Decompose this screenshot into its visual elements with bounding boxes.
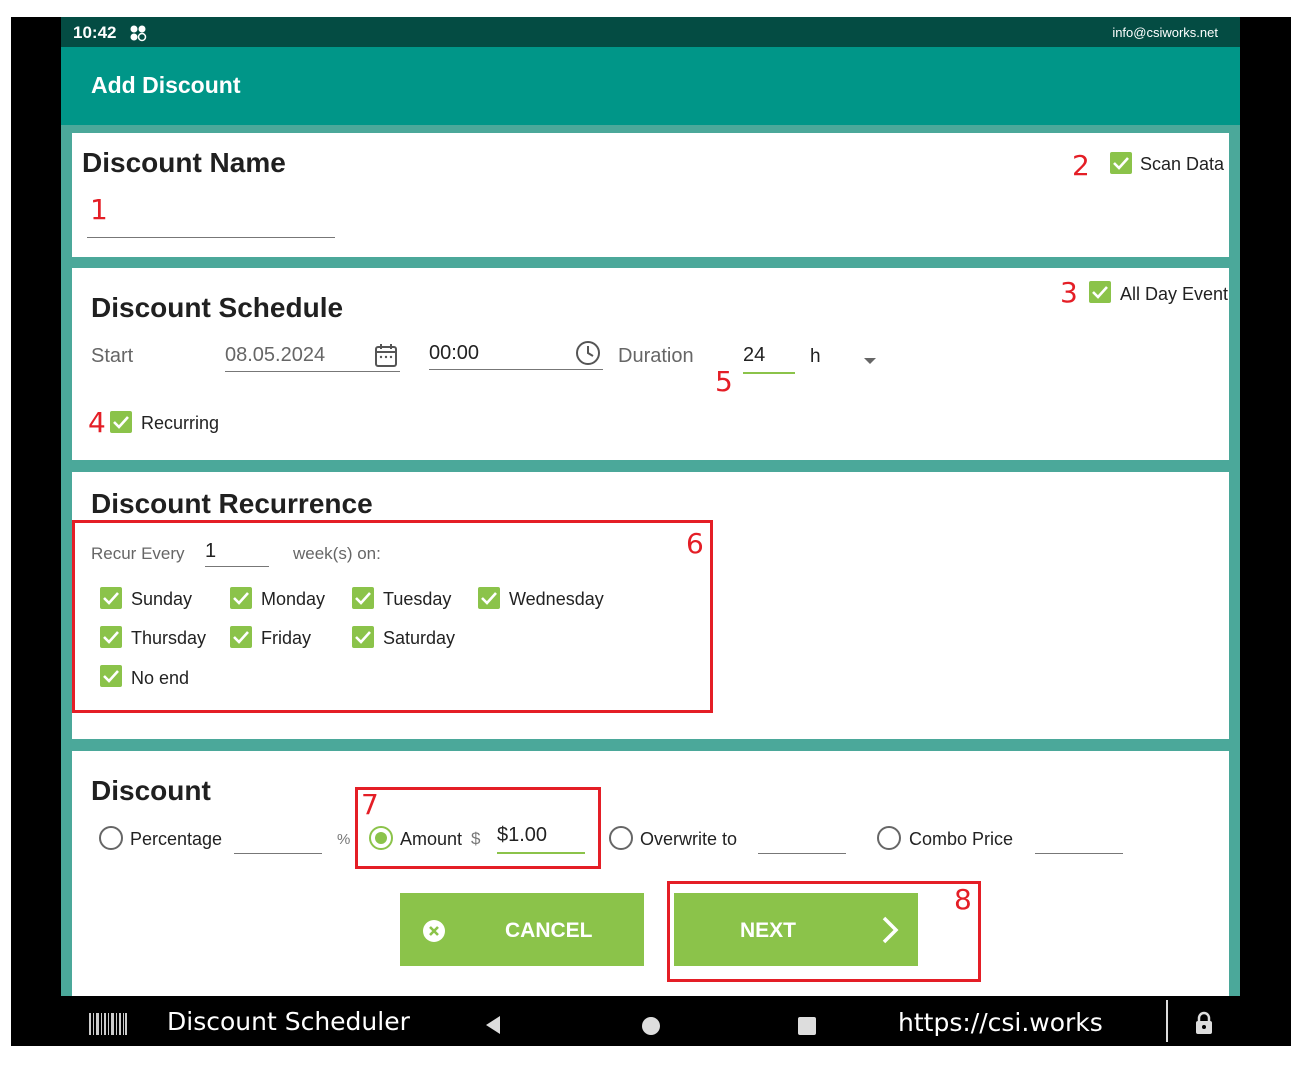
url-label: https://csi.works [898, 1008, 1103, 1037]
combo-price-input[interactable] [1035, 829, 1123, 854]
duration-input[interactable]: 24 [743, 344, 795, 374]
annotation-marker: 5 [715, 365, 733, 398]
recurring-label: Recurring [141, 413, 220, 433]
barcode-icon[interactable] [89, 1013, 127, 1040]
overwrite-label: Overwrite to [640, 829, 738, 849]
dropdown-arrow-icon[interactable] [863, 352, 877, 370]
cancel-button[interactable]: CANCEL [400, 893, 644, 966]
discount-recurrence-heading: Discount Recurrence [91, 488, 373, 519]
annotation-marker: 8 [954, 883, 972, 916]
annotation-marker: 2 [1072, 149, 1090, 182]
percentage-input[interactable] [234, 829, 322, 854]
annotation-marker: 6 [686, 527, 704, 560]
navigation-bar: Discount Scheduler https://csi.works [11, 996, 1291, 1046]
discount-schedule-card: Discount Schedule 3 All Day Event Start … [72, 268, 1229, 460]
annotation-box [72, 520, 713, 713]
combo-price-radio[interactable] [877, 826, 901, 850]
scan-data-label: Scan Data [1140, 154, 1225, 174]
annotation-marker: 3 [1060, 276, 1078, 309]
overwrite-radio[interactable] [609, 826, 633, 850]
start-label: Start [91, 345, 134, 367]
home-icon[interactable] [641, 1016, 661, 1041]
percent-sign: % [337, 831, 351, 848]
discount-heading: Discount [91, 775, 211, 806]
annotation-marker: 7 [361, 788, 379, 821]
overwrite-input[interactable] [758, 829, 846, 854]
calendar-icon[interactable] [374, 342, 398, 373]
divider [1166, 1000, 1168, 1042]
status-email: info@csiworks.net [1112, 25, 1218, 40]
lock-icon[interactable] [1194, 1011, 1214, 1040]
discount-name-input[interactable] [87, 213, 335, 238]
percentage-label: Percentage [130, 829, 223, 849]
device-bezel-left [11, 17, 61, 1002]
scan-data-checkbox[interactable] [1110, 152, 1132, 174]
clock-icon[interactable] [575, 340, 601, 371]
discount-name-heading: Discount Name [82, 147, 286, 178]
app-bar: Add Discount [61, 47, 1240, 125]
app-status-icon [129, 24, 147, 42]
recurring-checkbox[interactable] [110, 411, 132, 433]
percentage-radio[interactable] [99, 826, 123, 850]
combo-price-label: Combo Price [909, 829, 1014, 849]
status-time: 10:42 [73, 23, 117, 42]
device-bezel-right [1240, 17, 1291, 1002]
discount-card: Discount Percentage % Amount $ $1.00 Ove… [72, 751, 1229, 1002]
status-bar: 10:42 info@csiworks.net [61, 17, 1240, 47]
duration-unit-select[interactable]: h [810, 346, 821, 368]
discount-name-card: Discount Name 1 2 Scan Data [72, 133, 1229, 257]
annotation-box [667, 881, 981, 982]
duration-label: Duration [618, 345, 694, 367]
all-day-event-checkbox[interactable] [1089, 281, 1111, 303]
back-icon[interactable] [484, 1015, 502, 1040]
cancel-label: CANCEL [505, 919, 593, 942]
recents-icon[interactable] [797, 1016, 817, 1041]
discount-schedule-heading: Discount Schedule [91, 292, 344, 323]
all-day-event-label: All Day Event [1120, 284, 1229, 304]
app-name-label: Discount Scheduler [167, 1007, 410, 1036]
cancel-icon [422, 919, 446, 949]
annotation-marker: 4 [88, 406, 106, 439]
page-title: Add Discount [91, 72, 241, 98]
annotation-box [355, 787, 601, 869]
